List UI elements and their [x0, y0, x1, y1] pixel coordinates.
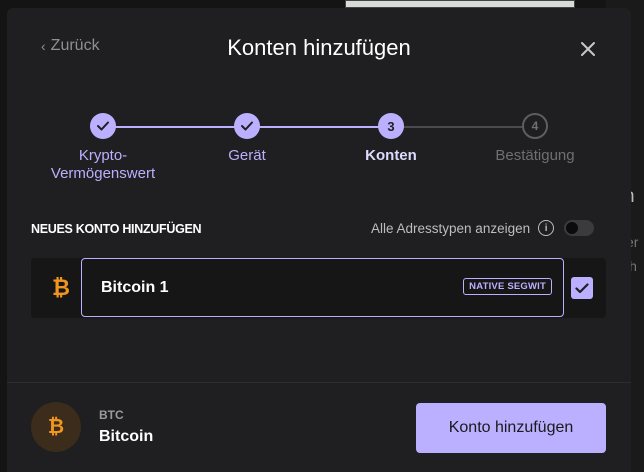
section-title: NEUES KONTO HINZUFÜGEN: [31, 222, 202, 236]
step-accounts: 3 Konten: [316, 113, 466, 165]
step-label: Krypto-Vermögenswert: [50, 147, 156, 182]
step-device: Gerät: [172, 113, 322, 165]
stepper: Krypto-Vermögenswert Gerät 3 Konten 4 Be…: [7, 113, 631, 193]
step-label: Konten: [365, 147, 417, 164]
account-row: ₿ Bitcoin 1 NATIVE SEGWIT: [31, 258, 606, 318]
step-crypto-asset: Krypto-Vermögenswert: [28, 113, 178, 183]
check-icon: [575, 282, 589, 293]
close-button[interactable]: [576, 37, 600, 61]
check-icon: [234, 113, 260, 139]
account-name-input[interactable]: Bitcoin 1 NATIVE SEGWIT: [81, 258, 564, 317]
account-name-value: Bitcoin 1: [101, 279, 169, 296]
add-account-button[interactable]: Konto hinzufügen: [416, 403, 606, 453]
currency-name: Bitcoin: [99, 428, 154, 445]
add-accounts-modal: ‹ Zurück Konten hinzufügen Krypto-Vermög…: [7, 8, 631, 472]
show-all-address-types: Alle Adresstypen anzeigen i: [371, 220, 595, 236]
toggle-knob: [566, 222, 579, 234]
background-card: [345, 0, 575, 8]
address-types-toggle[interactable]: [564, 220, 595, 236]
info-icon[interactable]: i: [538, 220, 555, 236]
step-label: Bestätigung: [495, 147, 575, 164]
bitcoin-icon: ₿: [52, 275, 70, 300]
modal-title: Konten hinzufügen: [227, 35, 411, 60]
step-label: Gerät: [228, 147, 266, 164]
step-confirmation: 4 Bestätigung: [460, 113, 610, 165]
close-icon: [581, 42, 595, 56]
check-icon: [90, 113, 116, 139]
account-checkbox[interactable]: [571, 277, 593, 299]
currency-ticker: BTC: [99, 408, 124, 422]
footer-divider: [7, 382, 631, 383]
toggle-label: Alle Adresstypen anzeigen: [371, 220, 531, 236]
step-number: 4: [522, 113, 548, 139]
step-number: 3: [378, 113, 404, 139]
account-type-badge: NATIVE SEGWIT: [463, 278, 552, 295]
bitcoin-icon: ₿: [31, 402, 81, 452]
